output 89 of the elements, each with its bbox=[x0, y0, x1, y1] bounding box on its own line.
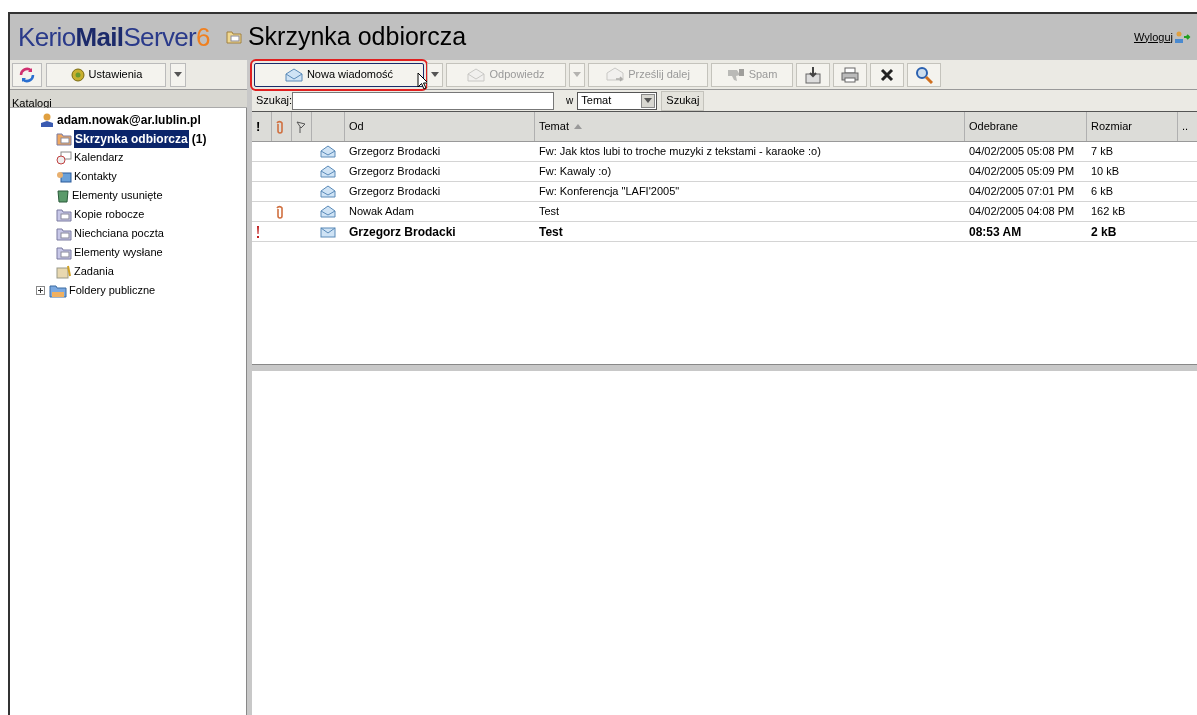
flag-icon bbox=[296, 120, 306, 133]
refresh-icon bbox=[18, 65, 36, 84]
gear-icon bbox=[69, 66, 86, 83]
open-envelope-icon bbox=[320, 145, 336, 158]
expand-toggle[interactable] bbox=[36, 286, 45, 295]
folder-item[interactable]: Kalendarz bbox=[74, 149, 124, 166]
move-to-folder-icon bbox=[804, 65, 822, 84]
caret-icon bbox=[644, 98, 653, 103]
search-field[interactable] bbox=[292, 91, 555, 110]
size-cell-text: 6 kB bbox=[1091, 184, 1113, 200]
date-cell-text: 04/02/2005 05:08 PM bbox=[969, 144, 1075, 160]
closed-envelope-icon bbox=[320, 225, 336, 238]
clock-calendar-icon bbox=[56, 150, 72, 165]
column-header[interactable]: Odebrane bbox=[969, 118, 1018, 135]
search-label: Szukaj: bbox=[256, 93, 293, 109]
column-header[interactable]: .. bbox=[1182, 118, 1189, 135]
subject-cell-text: Test bbox=[539, 223, 563, 241]
folder-item[interactable]: Skrzynka odbiorcza bbox=[74, 129, 189, 148]
folder-item[interactable]: Kopie robocze bbox=[74, 206, 145, 223]
trash-icon bbox=[56, 188, 70, 203]
folder-envelope-icon bbox=[56, 245, 72, 260]
settings-button[interactable]: Ustawienia bbox=[46, 62, 166, 87]
column-header[interactable]: ! bbox=[256, 116, 261, 137]
paperclip-icon bbox=[276, 119, 284, 134]
column-header[interactable]: Rozmiar bbox=[1091, 118, 1132, 135]
caret-icon bbox=[573, 72, 581, 77]
subject-cell-text: Fw: Konferencja "LAFI'2005" bbox=[539, 184, 680, 200]
refresh-button[interactable] bbox=[12, 62, 42, 87]
size-cell-text: 162 kB bbox=[1091, 204, 1126, 220]
search-button[interactable]: Szukaj bbox=[661, 90, 705, 111]
search-icon bbox=[915, 65, 933, 84]
account-label[interactable]: adam.nowak@ar.lublin.pl bbox=[57, 111, 201, 129]
thumbs-down-icon bbox=[726, 67, 745, 82]
unread-count: (1) bbox=[191, 130, 207, 148]
sender-cell-text: Grzegorz Brodacki bbox=[349, 223, 456, 241]
user-icon bbox=[40, 113, 54, 127]
dropdown-button[interactable] bbox=[170, 62, 186, 87]
envelope-icon bbox=[284, 67, 303, 82]
contacts-icon bbox=[56, 169, 72, 184]
search-in-label: w bbox=[566, 94, 574, 108]
logo: KerioMailServer6 bbox=[18, 20, 210, 54]
printer-icon bbox=[841, 66, 859, 83]
open-envelope-icon bbox=[320, 205, 336, 218]
folder-item[interactable]: Zadania bbox=[74, 263, 114, 280]
page-title: Skrzynka odbiorcza bbox=[247, 21, 467, 53]
folder-icon bbox=[49, 283, 67, 298]
delete-button[interactable] bbox=[870, 62, 904, 87]
dropdown-button[interactable] bbox=[427, 62, 443, 87]
folder-envelope-icon bbox=[56, 131, 72, 146]
sort-ascending-icon bbox=[573, 124, 582, 129]
clipboard-icon bbox=[56, 264, 72, 279]
caret-icon bbox=[174, 72, 182, 77]
date-cell-text: 04/02/2005 05:09 PM bbox=[969, 164, 1075, 180]
folder-item[interactable]: Elementy usunięte bbox=[72, 187, 163, 204]
folder-item[interactable]: Foldery publiczne bbox=[69, 282, 156, 299]
search-button[interactable] bbox=[907, 62, 941, 87]
envelope-arrow-icon bbox=[606, 66, 625, 83]
folder-item[interactable]: Elementy wysłane bbox=[74, 244, 163, 261]
folder-envelope-icon bbox=[56, 207, 72, 222]
folder-item[interactable]: Kontakty bbox=[74, 168, 117, 185]
column-header[interactable]: Od bbox=[349, 118, 364, 135]
date-cell-text: 08:53 AM bbox=[969, 223, 1022, 241]
size-cell-text: 10 kB bbox=[1091, 164, 1120, 180]
folder-item[interactable]: Niechciana poczta bbox=[74, 225, 164, 242]
column-header[interactable]: Temat bbox=[539, 118, 569, 135]
sender-cell-text: Grzegorz Brodacki bbox=[349, 144, 441, 160]
sender-cell-text: Nowak Adam bbox=[349, 204, 414, 220]
folder-envelope-icon bbox=[56, 226, 72, 241]
user-exit-icon bbox=[1175, 31, 1191, 43]
search-field-select[interactable]: Temat bbox=[577, 91, 658, 110]
open-envelope-icon bbox=[320, 185, 336, 198]
panel-header: Katalogi bbox=[11, 97, 53, 109]
size-cell-text: 2 kB bbox=[1091, 223, 1117, 241]
caret-icon bbox=[431, 72, 439, 77]
size-cell-text: 7 kB bbox=[1091, 144, 1113, 160]
folder-envelope-icon bbox=[225, 30, 242, 44]
date-cell-text: 04/02/2005 04:08 PM bbox=[969, 204, 1075, 220]
subject-cell-text: Fw: Kawaly :o) bbox=[539, 164, 612, 180]
open-envelope-icon bbox=[320, 165, 336, 178]
mouse-cursor-icon bbox=[417, 71, 429, 90]
date-cell-text: 04/02/2005 07:01 PM bbox=[969, 184, 1075, 200]
sender-cell-text: Grzegorz Brodacki bbox=[349, 184, 441, 200]
subject-cell-text: Fw: Jak ktos lubi to troche muzyki z tekstami - karaoke :o) bbox=[539, 144, 821, 160]
logout-link[interactable]: Wyloguj bbox=[1133, 28, 1173, 46]
move-button[interactable] bbox=[796, 62, 830, 87]
delete-icon bbox=[880, 67, 894, 82]
subject-cell-text: Test bbox=[539, 204, 560, 220]
sender-cell-text: Grzegorz Brodacki bbox=[349, 164, 441, 180]
envelope-icon bbox=[467, 67, 486, 82]
